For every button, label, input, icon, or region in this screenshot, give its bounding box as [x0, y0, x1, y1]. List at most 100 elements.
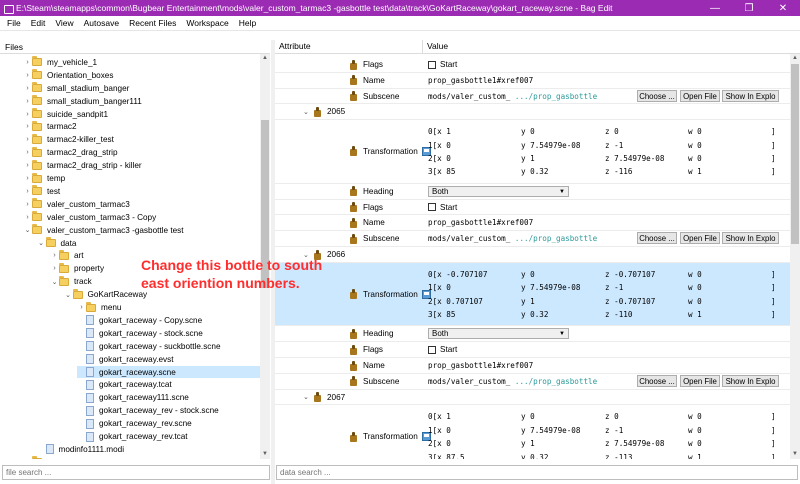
scroll-thumb[interactable]	[791, 64, 799, 244]
matrix-cell[interactable]: 2[x 0	[428, 152, 451, 165]
matrix-cell[interactable]: y 7.54979e-08	[521, 139, 580, 152]
tree-item[interactable]: modinfo1111.modi	[37, 443, 261, 456]
matrix-cell[interactable]: 2[x 0	[428, 437, 451, 450]
matrix-cell[interactable]: ]	[771, 437, 776, 450]
matrix-cell[interactable]: w 0	[688, 295, 702, 308]
tree-item[interactable]: › valer_custom_tarmac3 - Copy	[23, 211, 260, 224]
matrix-cell[interactable]: w 0	[688, 152, 702, 165]
tree-item[interactable]: › tarmac2-killer_test	[23, 133, 260, 146]
expand-arrow-icon[interactable]: ›	[23, 175, 32, 182]
menu-item-autosave[interactable]: Autosave	[79, 18, 124, 28]
tree-item[interactable]: › tarmac2	[23, 120, 260, 134]
tree-item[interactable]: gokart_raceway111.scne	[77, 391, 260, 404]
menu-item-help[interactable]: Help	[234, 18, 261, 28]
name-value[interactable]: prop_gasbottle1#xref007	[428, 218, 533, 227]
collapse-arrow-icon[interactable]: ⌄	[303, 108, 313, 116]
menu-item-edit[interactable]: Edit	[26, 18, 51, 28]
subscene-path[interactable]: mods/valer_custom_ .../prop_gasbottle	[428, 377, 638, 386]
start-checkbox[interactable]	[428, 345, 436, 354]
attribute-column-header[interactable]: Attribute	[279, 41, 311, 51]
expand-arrow-icon[interactable]: ›	[23, 162, 32, 169]
flags-row[interactable]: Flags Start	[275, 200, 790, 216]
tree-item[interactable]: › Orientation_boxes	[23, 69, 260, 82]
collapse-arrow-icon[interactable]: ⌄	[303, 393, 313, 401]
expand-arrow-icon[interactable]: ›	[23, 201, 32, 208]
matrix-line[interactable]: 2[x 0.707107 y 1 z -0.707107 w 0]	[428, 295, 783, 308]
matrix-cell[interactable]: y 1	[521, 152, 535, 165]
matrix-cell[interactable]: y 0.32	[521, 308, 548, 321]
group-row[interactable]: ⌄ 2066	[275, 247, 790, 263]
tree-item[interactable]: gokart_raceway - stock.scne	[77, 327, 260, 340]
tree-item[interactable]: › test	[23, 185, 260, 198]
expand-arrow-icon[interactable]: ›	[77, 304, 86, 311]
maximize-button[interactable]: ❐	[732, 0, 766, 16]
matrix-cell[interactable]: 0[x -0.707107	[428, 268, 487, 281]
tree-item[interactable]: › temp	[23, 172, 260, 185]
flags-row[interactable]: Flags Start	[275, 57, 790, 73]
tree-item[interactable]: › tarmac2_drag_strip	[23, 146, 260, 159]
matrix-cell[interactable]: ]	[771, 451, 776, 459]
matrix-cell[interactable]: y 0	[521, 268, 535, 281]
close-button[interactable]: ✕	[766, 0, 800, 16]
group-row[interactable]: ⌄ 2067	[275, 390, 790, 406]
expand-arrow-icon[interactable]: ⌄	[50, 278, 59, 286]
matrix-cell[interactable]: z -110	[605, 308, 632, 321]
matrix-line[interactable]: 1[x 0 y 7.54979e-08 z -1 w 0]	[428, 281, 783, 294]
matrix-cell[interactable]: ]	[771, 410, 776, 423]
chevron-down-icon[interactable]: ▼	[559, 329, 565, 339]
matrix-cell[interactable]: ]	[771, 268, 776, 281]
subscene-path[interactable]: mods/valer_custom_ .../prop_gasbottle	[428, 234, 638, 243]
name-value[interactable]: prop_gasbottle1#xref007	[428, 361, 533, 370]
tree-item[interactable]: gokart_raceway - suckbottle.scne	[77, 340, 260, 353]
matrix-cell[interactable]: 3[x 85	[428, 308, 455, 321]
matrix-cell[interactable]: z 0	[605, 410, 619, 423]
matrix-cell[interactable]: z 7.54979e-08	[605, 437, 664, 450]
subscene-row[interactable]: Subscene Choose ... Open File Show In Explo…	[275, 89, 790, 105]
name-value[interactable]: prop_gasbottle1#xref007	[428, 76, 533, 85]
tree-item[interactable]: gokart_raceway.evst	[77, 353, 260, 366]
matrix-cell[interactable]: 3[x 85	[428, 165, 455, 178]
name-row[interactable]: Name prop_gasbottle1#xref007	[275, 215, 790, 232]
matrix-line[interactable]: 0[x 1 y 0 z 0 w 0]	[428, 125, 783, 138]
matrix-cell[interactable]: ]	[771, 295, 776, 308]
expand-arrow-icon[interactable]: ›	[23, 188, 32, 195]
scroll-down-icon[interactable]: ▼	[260, 450, 270, 459]
tree-item[interactable]: ›Water_Reservoir_v1	[23, 456, 260, 459]
matrix-cell[interactable]: z -1	[605, 424, 623, 437]
tree-item[interactable]: › menu	[77, 301, 260, 314]
matrix-cell[interactable]: y 1	[521, 437, 535, 450]
matrix-cell[interactable]: 0[x 1	[428, 410, 451, 423]
matrix-cell[interactable]: ]	[771, 308, 776, 321]
tree-item[interactable]: › suicide_sandpit1	[23, 108, 260, 121]
tree-item[interactable]: gokart_raceway_rev.tcat	[77, 430, 260, 443]
start-checkbox[interactable]	[428, 60, 436, 69]
choose-button[interactable]: Choose ...	[637, 89, 677, 102]
matrix-cell[interactable]: z -1	[605, 281, 623, 294]
matrix-cell[interactable]: z 0	[605, 125, 619, 138]
matrix-cell[interactable]: 0[x 1	[428, 125, 451, 138]
matrix-cell[interactable]: w 1	[688, 451, 702, 459]
matrix-line[interactable]: 2[x 0 y 1 z 7.54979e-08 w 0]	[428, 437, 783, 450]
tree-item[interactable]: gokart_raceway_rev - stock.scne	[77, 404, 260, 417]
value-column-header[interactable]: Value	[427, 41, 448, 51]
expand-arrow-icon[interactable]: ⌄	[23, 226, 32, 234]
tree-item[interactable]: ⌄ data	[37, 237, 261, 250]
expand-arrow-icon[interactable]: ⌄	[37, 239, 46, 247]
matrix-cell[interactable]: z -1	[605, 139, 623, 152]
tree-item[interactable]: gokart_raceway.scne	[77, 365, 260, 379]
matrix-cell[interactable]: ]	[771, 424, 776, 437]
column-divider[interactable]	[422, 40, 423, 54]
matrix-cell[interactable]: ]	[771, 125, 776, 138]
menu-item-view[interactable]: View	[50, 18, 78, 28]
open-file-button[interactable]: Open File	[680, 89, 720, 102]
menu-item-file[interactable]: File	[2, 18, 26, 28]
matrix-cell[interactable]: ]	[771, 165, 776, 178]
scroll-up-icon[interactable]: ▲	[790, 54, 800, 63]
expand-arrow-icon[interactable]: ›	[23, 85, 32, 92]
data-search-input[interactable]	[276, 465, 798, 480]
matrix-cell[interactable]: y 0	[521, 410, 535, 423]
matrix-line[interactable]: 3[x 85 y 0.32 z -116 w 1]	[428, 165, 783, 178]
data-scrollbar[interactable]: ▲ ▼	[790, 54, 800, 459]
chevron-down-icon[interactable]: ▼	[559, 187, 565, 197]
matrix-cell[interactable]: w 0	[688, 437, 702, 450]
